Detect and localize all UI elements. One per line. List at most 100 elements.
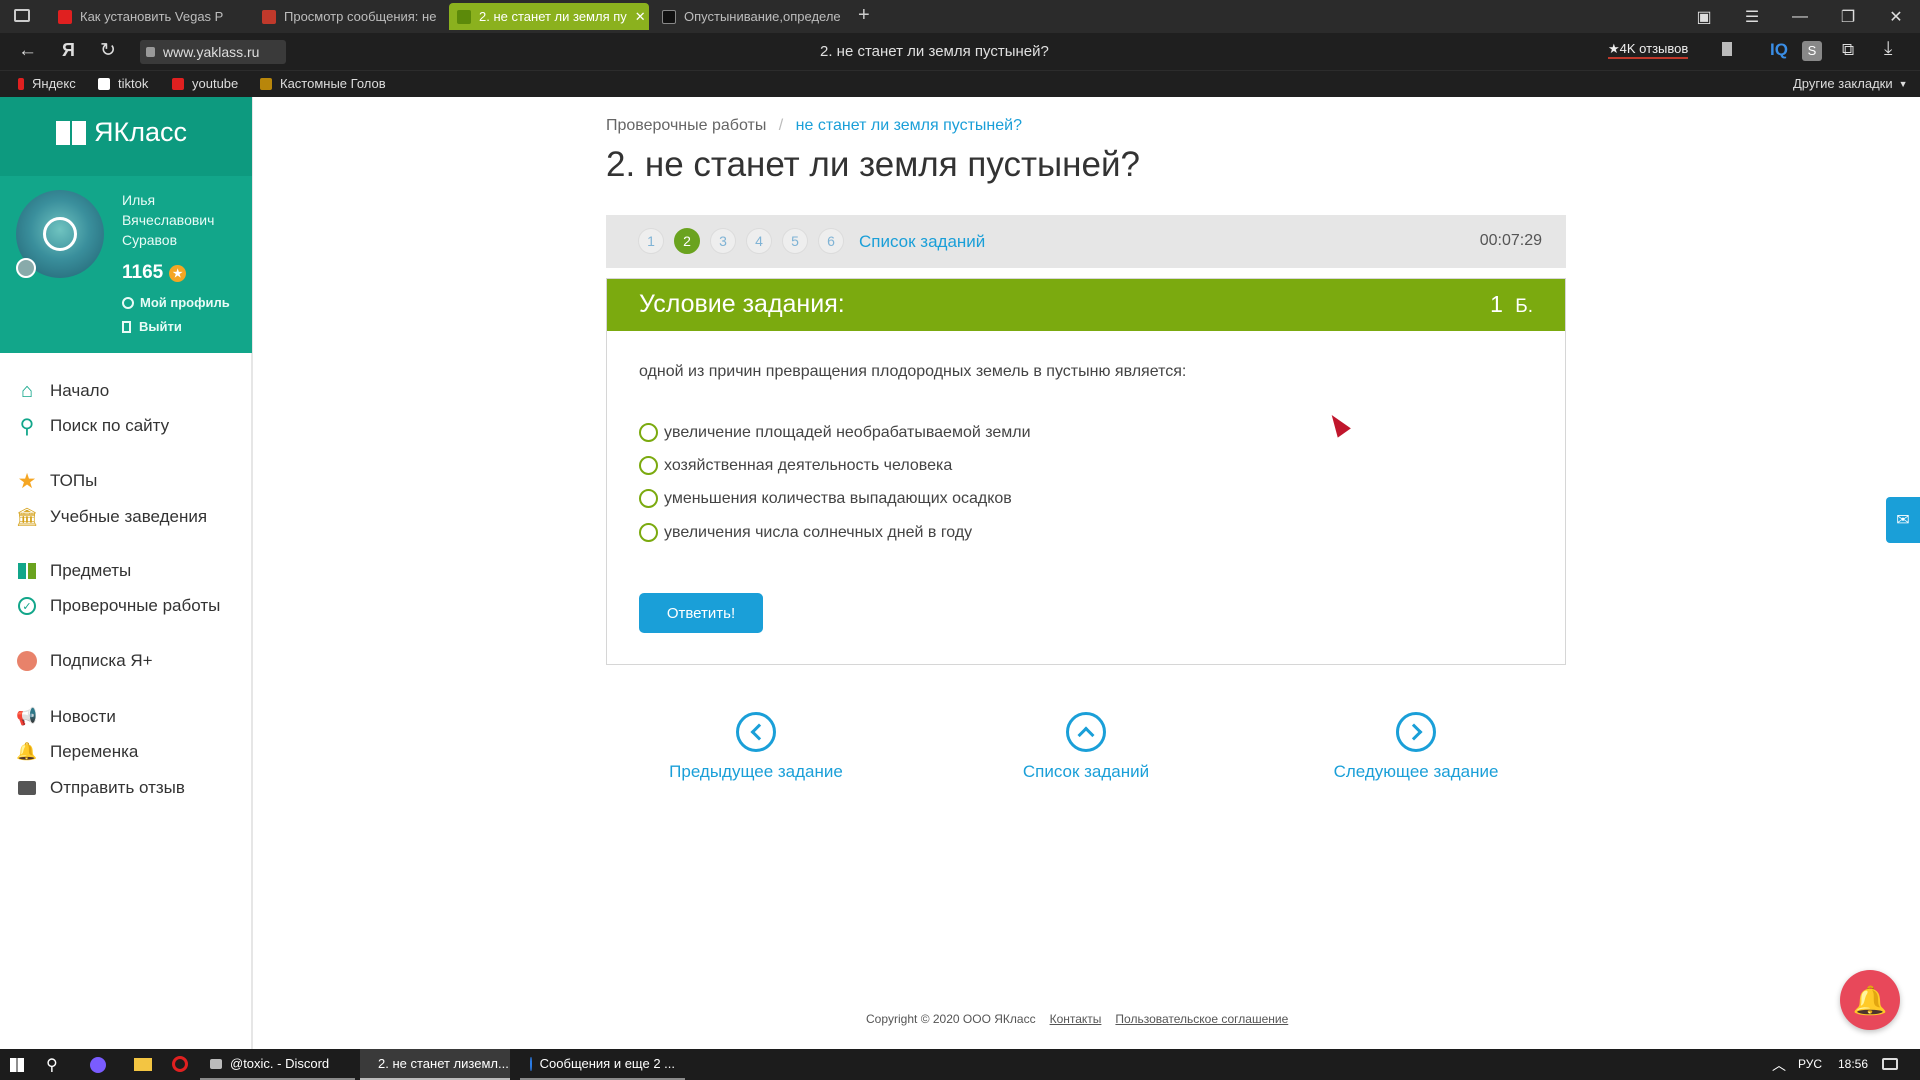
sidebar-item-break[interactable]: 🔔 Переменка: [16, 740, 138, 764]
clock[interactable]: 18:56: [1838, 1057, 1868, 1071]
taskbar-item-edge[interactable]: Сообщения и еще 2 ...: [520, 1049, 685, 1080]
search-icon[interactable]: ⚲: [46, 1055, 58, 1075]
bookmark-yandex[interactable]: Яндекс: [18, 76, 76, 91]
books-icon: [16, 560, 38, 582]
tab-4[interactable]: Опустынивание,определе: [654, 3, 874, 30]
taskbar-item-browser[interactable]: 2. не станет лиземл...: [360, 1049, 510, 1080]
sidebar-item-tops[interactable]: ★ ТОПы: [16, 469, 98, 493]
task-number[interactable]: 4: [746, 228, 772, 254]
radio-button[interactable]: [639, 423, 658, 442]
answer-option[interactable]: хозяйственная деятельность человека: [639, 456, 952, 475]
minimize-icon[interactable]: —: [1776, 0, 1824, 33]
windows-start-icon[interactable]: [10, 1058, 24, 1072]
answer-option[interactable]: увеличения числа солнечных дней в году: [639, 523, 972, 542]
app-icon[interactable]: [90, 1057, 106, 1073]
breadcrumb-separator: /: [778, 117, 784, 134]
s-extension-icon[interactable]: S: [1802, 41, 1822, 61]
bookmark-tiktok[interactable]: tiktok: [98, 76, 148, 91]
url-field[interactable]: www.yaklass.ru: [140, 40, 286, 64]
tab-label: Просмотр сообщения: не: [284, 9, 437, 24]
new-tab-icon[interactable]: +: [858, 4, 870, 27]
notification-bell-button[interactable]: 🔔: [1840, 970, 1900, 1030]
task-number[interactable]: 6: [818, 228, 844, 254]
sidebar-item-subscription[interactable]: Подписка Я+: [16, 649, 153, 673]
prev-task-link[interactable]: Предыдущее задание: [646, 712, 866, 782]
sidebar: ЯКласс Илья Вячеславович Суравов 1165 ★ …: [0, 97, 253, 1049]
language-indicator[interactable]: РУС: [1798, 1057, 1822, 1071]
sidebar-item-search[interactable]: ⚲ Поиск по сайту: [16, 414, 169, 438]
bookmark-youtube[interactable]: youtube: [172, 76, 238, 91]
reload-icon[interactable]: ↻: [100, 39, 116, 62]
task-number-active[interactable]: 2: [674, 228, 700, 254]
contacts-link[interactable]: Контакты: [1050, 1012, 1102, 1026]
logout-link[interactable]: Выйти: [122, 319, 182, 334]
answer-option[interactable]: увеличение площадей необрабатываемой зем…: [639, 423, 1031, 442]
breadcrumb: Проверочные работы / не станет ли земля …: [606, 117, 1022, 135]
site-icon: [260, 77, 272, 90]
sidebar-item-tests[interactable]: ✓ Проверочные работы: [16, 594, 220, 618]
mail-feedback-tab[interactable]: ✉: [1886, 497, 1920, 543]
task-number[interactable]: 5: [782, 228, 808, 254]
reader-icon[interactable]: ⧉: [1842, 40, 1854, 60]
copyright: Copyright © 2020 ООО ЯКласс: [866, 1012, 1036, 1026]
tab-2[interactable]: Просмотр сообщения: не: [254, 3, 444, 30]
yandex-icon[interactable]: Я: [62, 40, 75, 61]
tabs-menu-icon[interactable]: [14, 9, 30, 22]
lock-icon: [146, 47, 155, 57]
tray-chevron-up-icon[interactable]: ︿: [1772, 1055, 1786, 1075]
my-profile-link[interactable]: Мой профиль: [122, 295, 230, 310]
breadcrumb-root[interactable]: Проверочные работы: [606, 117, 766, 134]
task-list-link[interactable]: Список заданий: [859, 232, 985, 252]
page-title-text: 2. не станет ли земля пустыней?: [820, 43, 1049, 60]
chevron-up-icon: [1066, 712, 1106, 752]
search-icon: ⚲: [19, 415, 35, 438]
task-number[interactable]: 1: [638, 228, 664, 254]
sidebar-item-feedback[interactable]: Отправить отзыв: [16, 776, 185, 800]
logo-area[interactable]: ЯКласс: [0, 97, 252, 176]
task-number[interactable]: 3: [710, 228, 736, 254]
answer-option[interactable]: уменьшения количества выпадающих осадков: [639, 489, 1012, 508]
folder-icon[interactable]: [134, 1058, 152, 1071]
agreement-link[interactable]: Пользовательское соглашение: [1115, 1012, 1288, 1026]
chevron-right-icon: [1396, 712, 1436, 752]
taskbar-item-discord[interactable]: @toxic. - Discord: [200, 1049, 355, 1080]
download-icon[interactable]: ⤓: [1884, 38, 1892, 60]
next-task-link[interactable]: Следующее задание: [1306, 712, 1526, 782]
tab-label: 2. не станет ли земля пу: [479, 9, 627, 24]
collections-icon[interactable]: ▣: [1680, 0, 1728, 33]
chevron-left-icon: [736, 712, 776, 752]
door-icon: [122, 320, 131, 333]
restore-icon[interactable]: ❐: [1824, 0, 1872, 33]
sidebar-item-news[interactable]: 📢 Новости: [16, 705, 115, 729]
notifications-icon[interactable]: [1882, 1058, 1898, 1070]
task-list-bottom-link[interactable]: Список заданий: [976, 712, 1196, 782]
back-icon[interactable]: ←: [18, 40, 37, 62]
bookmark-custom[interactable]: Кастомные Голов: [260, 76, 386, 91]
tab-active[interactable]: 2. не станет ли земля пу ✕: [449, 3, 649, 30]
page-footer: Copyright © 2020 ООО ЯКласс Контакты Пол…: [866, 1012, 1288, 1026]
close-window-icon[interactable]: ✕: [1872, 0, 1920, 33]
reviews-badge[interactable]: ★4K отзывов: [1608, 41, 1689, 59]
url-text: www.yaklass.ru: [163, 44, 260, 60]
answer-button[interactable]: Ответить!: [639, 593, 763, 633]
breadcrumb-current[interactable]: не станет ли земля пустыней?: [796, 117, 1022, 134]
task-points: 1 Б.: [1490, 291, 1533, 317]
sidebar-item-home[interactable]: ⌂ Начало: [16, 379, 109, 403]
other-bookmarks[interactable]: Другие закладки ▼: [1793, 76, 1908, 91]
task-card-header: Условие задания: 1 Б.: [607, 279, 1565, 331]
bookmark-icon[interactable]: [1722, 42, 1732, 56]
radio-button[interactable]: [639, 456, 658, 475]
yaklass-icon: [457, 9, 471, 24]
sidebar-item-subjects[interactable]: Предметы: [16, 559, 131, 583]
close-tab-icon[interactable]: ✕: [627, 9, 646, 25]
school-icon: 🏛: [15, 506, 39, 527]
youtube-icon: [58, 9, 72, 24]
sidebar-item-schools[interactable]: 🏛 Учебные заведения: [15, 505, 208, 529]
iq-icon[interactable]: IQ: [1770, 40, 1788, 60]
radio-button[interactable]: [639, 523, 658, 542]
menu-icon[interactable]: ☰: [1728, 0, 1776, 33]
opera-icon[interactable]: [172, 1056, 188, 1072]
tab-1[interactable]: Как установить Vegas P: [50, 3, 240, 30]
radio-button[interactable]: [639, 489, 658, 508]
logo-text: ЯКласс: [94, 117, 187, 147]
